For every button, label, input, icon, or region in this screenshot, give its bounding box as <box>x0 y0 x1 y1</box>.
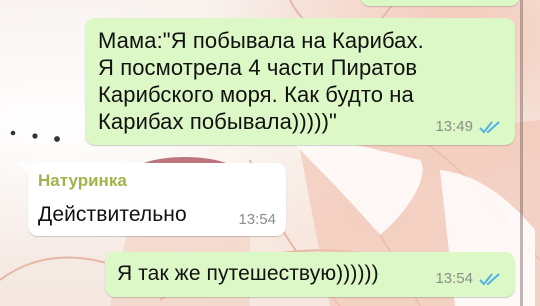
sender-name[interactable]: Натуринка <box>38 171 127 191</box>
message-meta: 13:54 <box>238 211 276 228</box>
message-bubble-outgoing[interactable]: Я так же путешествую)))))) 13:54 <box>105 252 515 297</box>
message-time: 13:54 <box>238 211 276 228</box>
message-bubble-incoming[interactable]: Натуринка Действительно 13:54 <box>28 163 286 236</box>
message-time: 13:54 <box>435 270 473 287</box>
message-text: Я так же путешествую)))))) <box>117 262 379 285</box>
message-bubble-outgoing[interactable]: Мама:"Я побывала на Карибах. Я посмотрел… <box>85 18 515 145</box>
double-check-read-icon <box>479 120 501 134</box>
message-time: 13:49 <box>435 118 473 135</box>
message-text: Действительно <box>38 203 187 226</box>
previous-message-bubble[interactable] <box>360 0 520 6</box>
double-check-read-icon <box>479 272 501 286</box>
message-meta: 13:49 <box>435 118 501 135</box>
message-meta: 13:54 <box>435 270 501 287</box>
